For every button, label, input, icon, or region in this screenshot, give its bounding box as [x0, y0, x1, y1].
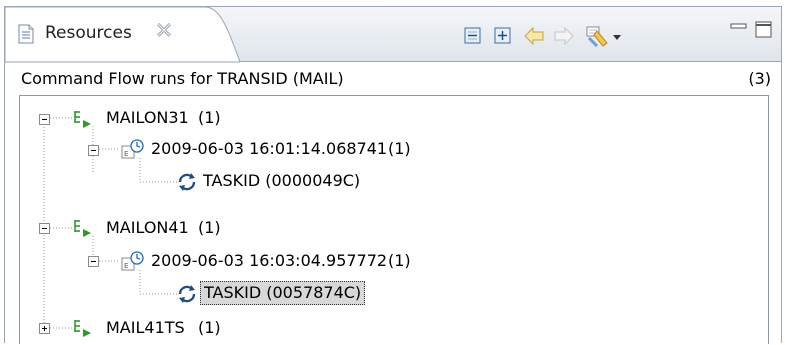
- filter-icon[interactable]: [585, 25, 611, 47]
- tab-label: Resources: [45, 23, 132, 43]
- node-label: MAILON41: [106, 218, 189, 237]
- timestamp-run-icon: E: [121, 139, 144, 159]
- svg-text:E: E: [124, 150, 128, 158]
- collapse-toggle-icon[interactable]: [39, 223, 50, 234]
- node-count: (1): [198, 318, 221, 337]
- node-label: TASKID (0000049C): [203, 171, 361, 190]
- command-flow-tree[interactable]: MAILON31 (1) E 2009-06-03 16:01:14.06874…: [19, 95, 769, 344]
- tab-resources[interactable]: Resources: [5, 7, 240, 63]
- expand-toggle-icon[interactable]: [39, 323, 50, 334]
- collapse-toggle-icon[interactable]: [88, 256, 99, 267]
- tree-node-program[interactable]: MAIL41TS (1): [20, 315, 320, 343]
- node-count: (1): [388, 139, 411, 158]
- content-header: Command Flow runs for TRANSID (MAIL) (3): [5, 69, 781, 91]
- node-label: MAIL41TS: [106, 318, 185, 337]
- node-label: 2009-06-03 16:01:14.068741: [151, 139, 388, 158]
- document-icon: [18, 24, 34, 44]
- view-menu-icon[interactable]: [611, 25, 623, 47]
- tree-node-program[interactable]: MAILON41 (1): [20, 215, 320, 243]
- forward-icon[interactable]: [553, 25, 575, 47]
- tree-node-run[interactable]: E 2009-06-03 16:01:14.068741 (1): [20, 136, 440, 164]
- tree-node-task[interactable]: TASKID (0000049C): [20, 168, 440, 196]
- program-flow-icon: [74, 320, 91, 337]
- resources-view: Resources Command Flow runs for TRANSID …: [4, 6, 782, 344]
- view-tab-bar: Resources: [5, 7, 781, 63]
- collapse-all-icon[interactable]: [462, 25, 484, 47]
- timestamp-run-icon: E: [121, 251, 144, 271]
- maximize-icon[interactable]: [753, 19, 775, 41]
- collapse-toggle-icon[interactable]: [39, 114, 50, 125]
- back-icon[interactable]: [523, 25, 545, 47]
- program-flow-icon: [74, 111, 91, 128]
- node-label: MAILON31: [106, 108, 189, 127]
- node-label: 2009-06-03 16:03:04.957772: [151, 251, 388, 270]
- task-cycle-icon: [178, 173, 196, 191]
- node-label: TASKID (0057874C): [200, 281, 366, 305]
- header-title: Command Flow runs for TRANSID (MAIL): [21, 69, 344, 88]
- tree-node-run[interactable]: E 2009-06-03 16:03:04.957772 (1): [20, 248, 440, 276]
- svg-text:E: E: [124, 262, 128, 270]
- expand-all-icon[interactable]: [492, 25, 514, 47]
- tree-node-task-selected[interactable]: TASKID (0057874C): [20, 280, 440, 308]
- header-count: (3): [748, 69, 771, 88]
- task-cycle-icon: [178, 285, 196, 303]
- tree-node-program[interactable]: MAILON31 (1): [20, 105, 320, 133]
- node-count: (1): [198, 108, 221, 127]
- collapse-toggle-icon[interactable]: [88, 145, 99, 156]
- program-flow-icon: [74, 220, 91, 237]
- node-count: (1): [388, 251, 411, 270]
- close-icon[interactable]: [155, 21, 173, 39]
- node-count: (1): [198, 218, 221, 237]
- minimize-icon[interactable]: [728, 19, 750, 41]
